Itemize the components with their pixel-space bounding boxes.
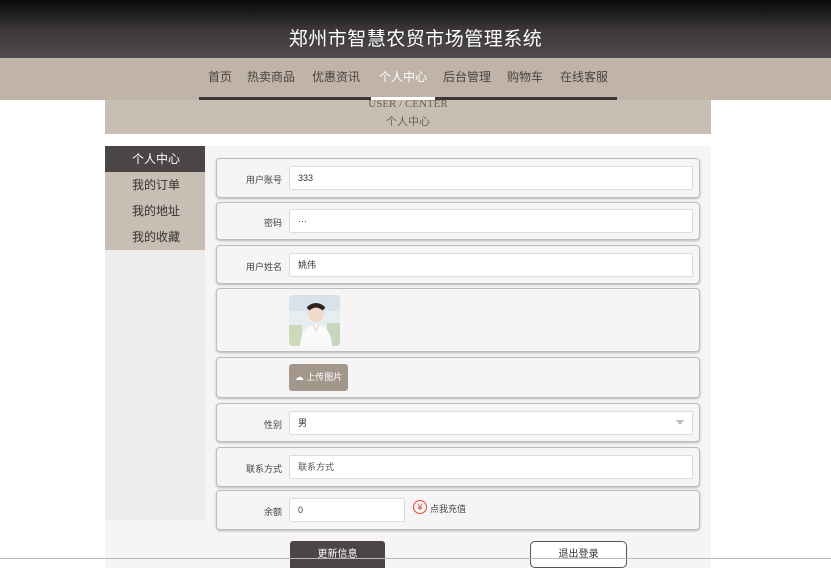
- nav-item-news[interactable]: 优惠资讯: [301, 58, 371, 100]
- recharge-link[interactable]: 点我充值: [430, 502, 466, 515]
- form-row-avatar: [216, 288, 700, 352]
- nav-item-online-service[interactable]: 在线客服: [551, 58, 617, 100]
- sidebar-item-orders[interactable]: 我的订单: [105, 172, 205, 198]
- form-row-gender: 性别 男: [216, 403, 700, 442]
- form-row-contact: 联系方式 联系方式: [216, 447, 700, 487]
- account-label: 用户账号: [245, 175, 282, 185]
- balance-field[interactable]: 0: [289, 498, 405, 522]
- name-field[interactable]: 姚伟: [289, 253, 693, 277]
- sidebar-item-user-center[interactable]: 个人中心: [105, 146, 205, 172]
- password-field[interactable]: ···: [289, 209, 693, 233]
- nav-label: 后台管理: [442, 70, 491, 84]
- account-field[interactable]: 333: [289, 166, 693, 190]
- form-row-name: 用户姓名 姚伟: [216, 245, 700, 284]
- nav-label: 热卖商品: [246, 70, 295, 84]
- nav-item-admin[interactable]: 后台管理: [435, 58, 499, 100]
- upload-image-button[interactable]: ☁ 上传图片: [289, 364, 348, 391]
- update-info-button[interactable]: 更新信息: [290, 541, 385, 568]
- nav-item-home[interactable]: 首页: [199, 58, 241, 100]
- nav-label: 个人中心: [378, 70, 427, 84]
- banner-title-cn: 个人中心: [386, 116, 430, 128]
- contact-field[interactable]: 联系方式: [289, 455, 693, 479]
- sidebar-item-address[interactable]: 我的地址: [105, 198, 205, 224]
- avatar: [289, 295, 340, 346]
- gender-value: 男: [298, 418, 308, 428]
- contact-label: 联系方式: [245, 464, 282, 474]
- nav-label: 在线客服: [559, 70, 608, 84]
- chevron-down-icon: [676, 420, 684, 425]
- form-row-balance: 余额 0 ¥ 点我充值: [216, 490, 700, 530]
- header-bar: 郑州市智慧农贸市场管理系统: [0, 0, 831, 58]
- form-row-password: 密码 ···: [216, 202, 700, 240]
- nav-label: 优惠资讯: [311, 70, 360, 84]
- logout-button[interactable]: 退出登录: [530, 541, 627, 568]
- avatar-image: [289, 295, 340, 346]
- nav-item-cart[interactable]: 购物车: [499, 58, 551, 100]
- nav-items: 首页 热卖商品 优惠资讯 个人中心 后台管理 购物车 在线客服: [199, 58, 617, 100]
- yuan-coin-icon: ¥: [413, 500, 427, 514]
- nav-bar: 首页 热卖商品 优惠资讯 个人中心 后台管理 购物车 在线客服: [0, 58, 831, 100]
- form-row-upload: ☁ 上传图片: [216, 357, 700, 398]
- page-banner: USER / CENTER 个人中心: [105, 98, 711, 134]
- gender-label: 性别: [263, 420, 282, 430]
- site-title: 郑州市智慧农贸市场管理系统: [288, 29, 543, 50]
- name-label: 用户姓名: [245, 262, 282, 272]
- bottom-divider: [0, 558, 831, 559]
- form-row-account: 用户账号 333: [216, 158, 700, 198]
- gender-select[interactable]: 男: [289, 411, 693, 435]
- nav-item-hot-products[interactable]: 热卖商品: [241, 58, 301, 100]
- balance-label: 余额: [263, 507, 282, 517]
- upload-label: 上传图片: [306, 372, 343, 382]
- sidebar: 个人中心 我的订单 我的地址 我的收藏: [105, 146, 205, 520]
- cloud-upload-icon: ☁: [294, 372, 304, 382]
- nav-item-user-center[interactable]: 个人中心: [371, 58, 435, 100]
- sidebar-item-favorites[interactable]: 我的收藏: [105, 224, 205, 250]
- password-label: 密码: [263, 218, 282, 228]
- banner-title-en: USER / CENTER: [368, 98, 448, 110]
- nav-label: 首页: [207, 70, 232, 84]
- nav-label: 购物车: [506, 70, 543, 84]
